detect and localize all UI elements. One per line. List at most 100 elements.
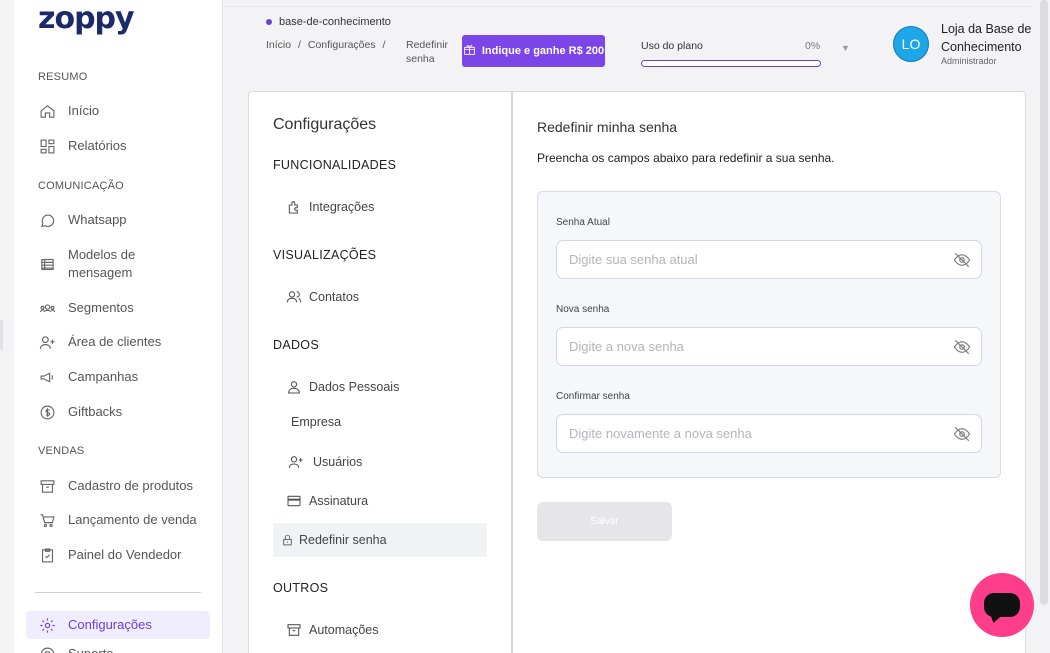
new-password-placeholder: Digite a nova senha — [569, 339, 684, 354]
zoppy-logo[interactable]: zoppy — [38, 2, 135, 36]
settings-item-label: Dados Pessoais — [309, 380, 400, 394]
settings-item-integracoes[interactable]: Integrações — [285, 198, 374, 216]
settings-item-label: Integrações — [309, 200, 375, 214]
sidebar-item-area-clientes[interactable]: Área de clientes — [38, 333, 208, 351]
sidebar-item-cadastro-produtos[interactable]: Cadastro de produtos — [38, 477, 208, 495]
gear-icon — [38, 616, 56, 634]
breadcrumb-configuracoes[interactable]: Configurações — [308, 39, 376, 51]
help-icon — [38, 645, 56, 653]
settings-item-label: Empresa — [291, 415, 342, 429]
settings-item-label: Redefinir senha — [299, 533, 387, 547]
template-icon — [38, 255, 56, 273]
settings-nav: Configurações FUNCIONALIDADES Integraçõe… — [249, 92, 513, 653]
plan-usage-percent: 0% — [805, 40, 821, 52]
sidebar-item-inicio[interactable]: Início — [38, 102, 208, 120]
cart-icon — [38, 511, 56, 529]
new-password-field[interactable]: Digite a nova senha — [556, 327, 982, 366]
current-password-field[interactable]: Digite sua senha atual — [556, 240, 982, 279]
sidebar-item-painel-vendedor[interactable]: Painel do Vendedor — [38, 546, 208, 564]
sidebar-item-label: Whatsapp — [68, 212, 127, 227]
avatar[interactable]: LO — [893, 26, 929, 62]
box-icon — [38, 477, 56, 495]
confirm-password-label: Confirmar senha — [556, 391, 630, 402]
sidebar-item-label: Campanhas — [68, 369, 139, 384]
plan-usage-bar — [641, 60, 821, 67]
settings-item-assinatura[interactable]: Assinatura — [285, 492, 368, 510]
archive-icon — [285, 621, 303, 639]
window-edge — [0, 320, 3, 350]
workspace-label[interactable]: base-de-conhecimento — [266, 16, 391, 28]
sidebar-item-segmentos[interactable]: Segmentos — [38, 299, 208, 317]
workspace-name: base-de-conhecimento — [279, 16, 391, 28]
sidebar-item-label: Suporte — [68, 645, 114, 653]
home-icon — [38, 102, 56, 120]
puzzle-icon — [285, 198, 303, 216]
sidebar-item-relatorios[interactable]: Relatórios — [38, 137, 208, 155]
eye-off-icon[interactable] — [953, 425, 971, 443]
sidebar-item-campanhas[interactable]: Campanhas — [38, 368, 208, 386]
sidebar-item-label: Área de clientes — [68, 334, 162, 349]
credit-card-icon — [285, 492, 303, 510]
person-icon — [285, 378, 303, 396]
add-user-icon — [285, 453, 307, 471]
megaphone-icon — [38, 368, 56, 386]
settings-item-label: Usuários — [313, 455, 363, 469]
sidebar-item-suporte[interactable]: Suporte — [38, 645, 208, 653]
add-user-icon — [38, 333, 56, 351]
breadcrumb-current: Redefinir senha — [406, 39, 449, 65]
save-button[interactable]: Salvar — [537, 502, 672, 541]
sidebar-item-giftbacks[interactable]: Giftbacks — [38, 403, 208, 421]
settings-group-dados: DADOS — [273, 338, 319, 352]
settings-item-contatos[interactable]: Contatos — [285, 288, 359, 306]
segments-icon — [38, 299, 56, 317]
sidebar-section-comunicacao: COMUNICAÇÃO — [38, 180, 124, 192]
gift-icon — [463, 43, 476, 59]
sidebar-item-modelos[interactable]: Modelos de mensagem — [38, 246, 208, 282]
panel-title: Redefinir minha senha — [537, 119, 678, 135]
chevron-down-icon[interactable]: ▼ — [841, 43, 850, 53]
settings-item-empresa[interactable]: Empresa — [291, 415, 341, 429]
settings-item-redefinir-senha[interactable]: Redefinir senha — [279, 531, 387, 549]
app-window: zoppy RESUMO Início Relatórios COMUNICAÇ… — [0, 0, 1050, 653]
breadcrumb-separator: / — [382, 39, 386, 51]
whatsapp-icon — [38, 211, 56, 229]
settings-item-usuarios[interactable]: Usuários — [285, 453, 362, 471]
reset-password-panel: Redefinir minha senha Preencha os campos… — [537, 92, 1007, 653]
eye-off-icon[interactable] — [953, 251, 971, 269]
sidebar-item-label: Início — [68, 103, 100, 118]
header-divider — [224, 6, 1034, 7]
confirm-password-field[interactable]: Digite novamente a nova senha — [556, 414, 982, 453]
sidebar: zoppy RESUMO Início Relatórios COMUNICAÇ… — [14, 0, 223, 653]
sidebar-item-label: Relatórios — [68, 138, 127, 153]
promo-label: Indique e ganhe R$ 200 — [481, 45, 605, 57]
contacts-icon — [285, 288, 303, 306]
sidebar-item-label: Modelos de mensagem — [68, 247, 136, 280]
chat-bubble-icon — [984, 593, 1020, 617]
reports-icon — [38, 137, 56, 155]
settings-item-dados-pessoais[interactable]: Dados Pessoais — [285, 378, 399, 396]
sidebar-item-label: Lançamento de venda — [68, 512, 197, 527]
chat-support-button[interactable] — [970, 573, 1034, 637]
confirm-password-placeholder: Digite novamente a nova senha — [569, 426, 752, 441]
user-name[interactable]: Loja da Base de Conhecimento — [941, 20, 1046, 56]
current-password-label: Senha Atual — [556, 217, 610, 228]
password-form: Senha Atual Digite sua senha atual Nova … — [537, 191, 1001, 478]
settings-card: Configurações FUNCIONALIDADES Integraçõe… — [248, 91, 1026, 653]
sidebar-section-resumo: RESUMO — [38, 71, 88, 83]
referral-promo-button[interactable]: Indique e ganhe R$ 200 — [462, 35, 605, 67]
settings-item-automacoes[interactable]: Automações — [285, 621, 378, 639]
sidebar-item-configuracoes[interactable]: Configurações — [38, 616, 208, 634]
eye-off-icon[interactable] — [953, 338, 971, 356]
sidebar-item-label: Segmentos — [68, 300, 134, 315]
dollar-circle-icon — [38, 403, 56, 421]
sidebar-divider — [35, 592, 201, 593]
breadcrumb-separator: / — [298, 39, 301, 51]
breadcrumb-inicio[interactable]: Início — [266, 39, 291, 51]
plan-usage-label: Uso do plano — [641, 40, 703, 52]
sidebar-item-whatsapp[interactable]: Whatsapp — [38, 211, 208, 229]
sidebar-section-vendas: VENDAS — [38, 445, 85, 457]
sidebar-item-label: Configurações — [68, 617, 152, 632]
sidebar-item-lancamento-venda[interactable]: Lançamento de venda — [38, 511, 208, 529]
page-scrollbar[interactable] — [1040, 0, 1048, 605]
settings-group-funcionalidades: FUNCIONALIDADES — [273, 158, 397, 172]
